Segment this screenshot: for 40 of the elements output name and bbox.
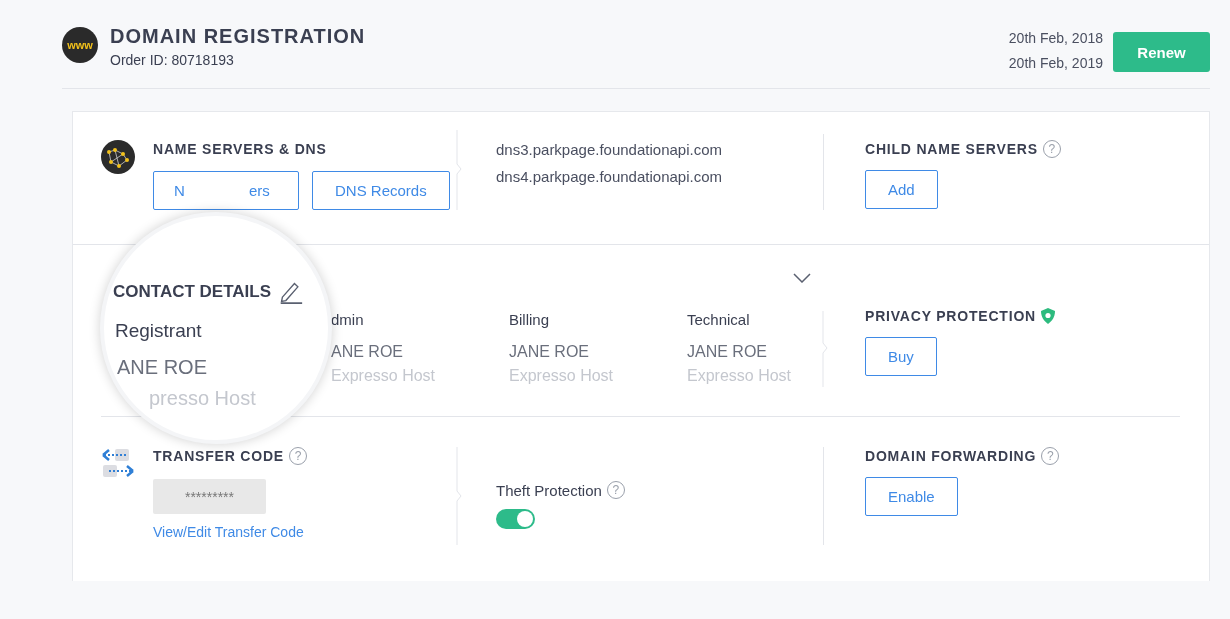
contact-name: ANE ROE: [331, 343, 404, 361]
theft-protection-label: Theft Protection: [496, 481, 602, 499]
date-text: 20th Feb, 2018: [1008, 29, 1103, 48]
name-servers-button[interactable]: N ers: [153, 171, 299, 210]
contact-name: JANE ROE: [687, 343, 768, 361]
chevron-down-icon[interactable]: [793, 273, 811, 283]
date-text: 20th Feb, 2019: [1008, 54, 1103, 73]
enable-button[interactable]: Enable: [865, 477, 958, 516]
theft-protection-toggle[interactable]: [496, 509, 535, 529]
contact-role: Technical: [687, 311, 751, 328]
contact-role: dmin: [331, 311, 365, 328]
name-server-text: dns3.parkpage.foundationapi.com: [496, 140, 723, 160]
section-title: CHILD NAME SERVERS: [865, 141, 1038, 157]
contact-company: Expresso Host: [331, 367, 437, 385]
contact-name: JANE ROE: [509, 343, 590, 361]
contact-company: Expresso Host: [509, 367, 615, 385]
transfer-arrows-icon: [101, 447, 135, 479]
name-server-text: dns4.parkpage.foundationapi.com: [496, 167, 723, 187]
contact-company: presso Host: [149, 387, 257, 410]
shield-icon: [1041, 308, 1055, 324]
pencil-icon[interactable]: [279, 280, 304, 304]
dns-records-button[interactable]: DNS Records: [312, 171, 450, 210]
contact-role: Registrant: [115, 320, 203, 342]
add-button[interactable]: Add: [865, 170, 938, 209]
network-icon: [101, 140, 135, 174]
section-title: PRIVACY PROTECTION: [865, 308, 1036, 324]
section-title: DOMAIN FORWARDING: [865, 448, 1037, 464]
contact-role: Billing: [509, 311, 551, 328]
contact-company: Expresso Host: [687, 367, 793, 385]
transfer-code-field: *********: [153, 479, 266, 514]
buy-button[interactable]: Buy: [865, 337, 937, 376]
order-id: Order ID: 80718193: [110, 52, 235, 68]
section-title: NAME SERVERS & DNS: [153, 140, 328, 158]
view-edit-transfer-code-link[interactable]: View/Edit Transfer Code: [153, 524, 304, 540]
www-globe-icon: www: [62, 27, 98, 63]
renew-button[interactable]: Renew: [1113, 32, 1210, 72]
section-title: CONTACT DETAILS: [113, 282, 272, 302]
contact-name: ANE ROE: [117, 356, 209, 379]
page-title: DOMAIN REGISTRATION: [110, 25, 366, 48]
section-title: TRANSFER CODE: [153, 448, 284, 464]
